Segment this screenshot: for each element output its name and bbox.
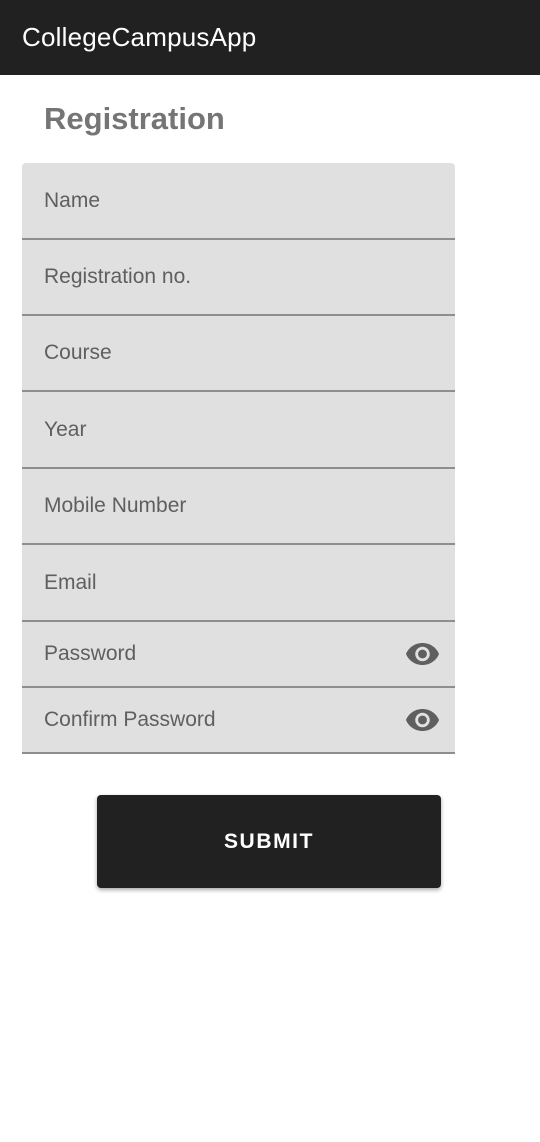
registration-no-field-placeholder: Registration no. — [44, 265, 192, 288]
eye-icon[interactable] — [406, 709, 439, 731]
app-title: CollegeCampusApp — [22, 22, 257, 52]
submit-button-label: SUBMIT — [223, 829, 315, 853]
year-field-placeholder: Year — [44, 417, 87, 441]
page-title: Registration — [44, 101, 225, 136]
name-field[interactable]: Name — [22, 163, 455, 240]
name-field-placeholder: Name — [44, 188, 101, 212]
confirm-password-field[interactable]: Confirm Password — [22, 688, 455, 754]
mobile-number-field[interactable]: Mobile Number — [22, 469, 455, 545]
submit-button[interactable]: SUBMIT — [97, 795, 441, 888]
password-field-placeholder: Password — [44, 642, 137, 665]
year-field[interactable]: Year — [22, 392, 455, 469]
registration-no-field[interactable]: Registration no. — [22, 240, 455, 316]
mobile-number-field-placeholder: Mobile Number — [44, 494, 187, 517]
password-field[interactable]: Password — [22, 622, 455, 688]
email-field[interactable]: Email — [22, 545, 455, 622]
app-bar: CollegeCampusApp — [0, 0, 540, 75]
confirm-password-field-placeholder: Confirm Password — [44, 708, 216, 731]
email-field-placeholder: Email — [44, 570, 97, 594]
course-field-placeholder: Course — [44, 341, 112, 364]
eye-icon[interactable] — [406, 643, 439, 665]
course-field[interactable]: Course — [22, 316, 455, 392]
